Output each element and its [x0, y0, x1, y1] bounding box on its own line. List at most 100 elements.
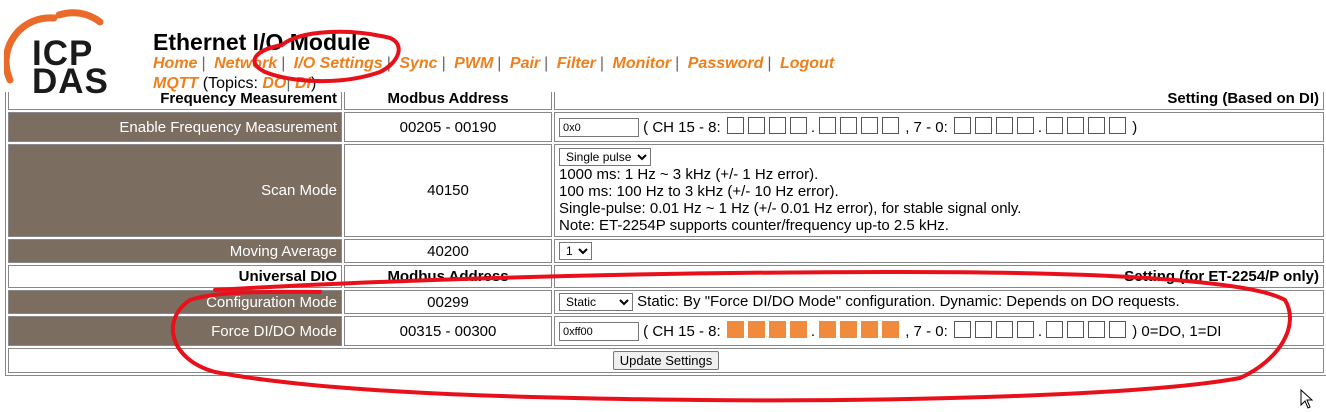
- force-dido-input[interactable]: [559, 322, 639, 342]
- force-bits-lo-group: .: [952, 320, 1128, 340]
- bit-checkbox[interactable]: [1109, 116, 1127, 134]
- force-dido-setting: ( CH 15 - 8: . , 7 - 0: . ) 0=DO, 1=DI: [554, 316, 1324, 347]
- bit-checkbox[interactable]: [747, 116, 765, 134]
- row-update: Update Settings: [8, 348, 1324, 374]
- bit-checkbox[interactable]: [768, 116, 786, 134]
- scan-mode-select[interactable]: Single pulse: [559, 147, 651, 166]
- nav-password[interactable]: Password: [688, 55, 764, 72]
- bit-checkbox[interactable]: [1016, 116, 1034, 134]
- nav-pair[interactable]: Pair: [510, 55, 540, 72]
- row-enable-frequency: Enable Frequency Measurement 00205 - 001…: [8, 112, 1324, 142]
- page-title: Ethernet I/O Module: [153, 29, 371, 55]
- nav-mqtt[interactable]: MQTT: [153, 75, 198, 92]
- scan-mode-label: Scan Mode: [8, 144, 342, 237]
- bit-checkbox[interactable]: [1067, 320, 1085, 338]
- bit-checkbox[interactable]: [1088, 116, 1106, 134]
- bit-checkbox[interactable]: [953, 320, 971, 338]
- mqtt-topics-prefix: (Topics:: [202, 75, 258, 92]
- force-ch-hi-label: ( CH 15 - 8:: [643, 322, 721, 340]
- ch-hi-label: ( CH 15 - 8:: [643, 118, 721, 136]
- moving-average-label: Moving Average: [8, 239, 342, 264]
- bit-checkbox[interactable]: [840, 116, 858, 134]
- row-scan-mode: Scan Mode 40150 Single pulse 1000 ms: 1 …: [8, 144, 1324, 237]
- force-ch-lo-label: , 7 - 0:: [905, 322, 948, 340]
- nav-home[interactable]: Home: [153, 55, 197, 72]
- force-bits-hi-group: .: [725, 320, 901, 340]
- page-header: ICP DAS Ethernet I/O Module Home | Networ…: [0, 0, 1326, 99]
- bit-checkbox[interactable]: [882, 116, 900, 134]
- bits-hi-group: .: [725, 116, 901, 136]
- dio-header-addr: Modbus Address: [344, 265, 552, 289]
- mouse-cursor-icon: [1300, 389, 1314, 409]
- configuration-mode-setting: Static Static: By "Force DI/DO Mode" con…: [554, 290, 1324, 315]
- bit-separator: .: [1037, 322, 1043, 340]
- bit-checkbox[interactable]: [726, 116, 744, 134]
- configuration-mode-select[interactable]: Static: [559, 293, 633, 312]
- bit-checkbox[interactable]: [819, 320, 837, 338]
- bit-checkbox[interactable]: [1067, 116, 1085, 134]
- bit-checkbox[interactable]: [768, 320, 786, 338]
- moving-average-select[interactable]: 1: [559, 242, 592, 261]
- nav-network[interactable]: Network: [214, 55, 277, 72]
- moving-average-setting: 1: [554, 239, 1324, 264]
- main-nav: Home | Network | I/O Settings | Sync | PWM | …: [153, 55, 834, 93]
- mqtt-topics-suffix: ): [310, 75, 317, 92]
- configuration-mode-addr: 00299: [344, 290, 552, 315]
- nav-mqtt-do[interactable]: DO: [262, 75, 286, 92]
- bit-separator: .: [1037, 118, 1043, 136]
- update-settings-button[interactable]: Update Settings: [612, 351, 720, 371]
- enable-frequency-input[interactable]: [559, 118, 639, 138]
- bit-checkbox[interactable]: [789, 320, 807, 338]
- bit-checkbox[interactable]: [747, 320, 765, 338]
- force-dido-label: Force DI/DO Mode: [8, 316, 342, 347]
- bit-checkbox[interactable]: [995, 116, 1013, 134]
- nav-logout[interactable]: Logout: [780, 55, 834, 72]
- enable-frequency-addr: 00205 - 00190: [344, 112, 552, 142]
- update-cell: Update Settings: [8, 348, 1324, 374]
- nav-mqtt-di[interactable]: DI: [295, 75, 311, 92]
- row-configuration-mode: Configuration Mode 00299 Static Static: …: [8, 290, 1324, 315]
- bit-checkbox[interactable]: [1088, 320, 1106, 338]
- ch-tail: ): [1132, 118, 1138, 136]
- bit-checkbox[interactable]: [995, 320, 1013, 338]
- bit-checkbox[interactable]: [882, 320, 900, 338]
- scan-note-1: 1000 ms: 1 Hz ~ 3 kHz (+/- 1 Hz error).: [559, 165, 819, 183]
- row-force-dido-mode: Force DI/DO Mode 00315 - 00300 ( CH 15 -…: [8, 316, 1324, 347]
- scan-note-2: 100 ms: 100 Hz to 3 kHz (+/- 10 Hz error…: [559, 182, 839, 200]
- nav-io-settings[interactable]: I/O Settings: [294, 55, 383, 72]
- bit-checkbox[interactable]: [789, 116, 807, 134]
- ch-lo-label: , 7 - 0:: [905, 118, 948, 136]
- bit-checkbox[interactable]: [1046, 116, 1064, 134]
- bit-checkbox[interactable]: [1046, 320, 1064, 338]
- force-ch-tail: ) 0=DO, 1=DI: [1132, 322, 1222, 340]
- moving-average-addr: 40200: [344, 239, 552, 264]
- nav-filter[interactable]: Filter: [557, 55, 596, 72]
- configuration-mode-label: Configuration Mode: [8, 290, 342, 315]
- bit-checkbox[interactable]: [1109, 320, 1127, 338]
- bits-lo-group: .: [952, 116, 1128, 136]
- dio-header-setting: Setting (for ET-2254/P only): [554, 265, 1324, 289]
- bit-checkbox[interactable]: [1016, 320, 1034, 338]
- scan-note-4: Note: ET-2254P supports counter/frequenc…: [559, 216, 949, 234]
- bit-checkbox[interactable]: [974, 116, 992, 134]
- dio-header-label: Universal DIO: [8, 265, 342, 289]
- enable-frequency-setting: ( CH 15 - 8: . , 7 - 0: . ): [554, 112, 1324, 142]
- settings-table: Frequency Measurement Modbus Address Set…: [5, 84, 1326, 377]
- bit-checkbox[interactable]: [861, 320, 879, 338]
- bit-checkbox[interactable]: [726, 320, 744, 338]
- bit-checkbox[interactable]: [861, 116, 879, 134]
- nav-sync[interactable]: Sync: [399, 55, 437, 72]
- nav-monitor[interactable]: Monitor: [612, 55, 671, 72]
- bit-checkbox[interactable]: [840, 320, 858, 338]
- nav-pwm[interactable]: PWM: [454, 55, 493, 72]
- logo-bottom-text: DAS: [32, 62, 109, 101]
- bit-checkbox[interactable]: [819, 116, 837, 134]
- scan-note-3: Single-pulse: 0.01 Hz ~ 1 Hz (+/- 0.01 H…: [559, 199, 1022, 217]
- dio-header-row: Universal DIO Modbus Address Setting (fo…: [8, 265, 1324, 289]
- bit-checkbox[interactable]: [974, 320, 992, 338]
- scan-mode-setting: Single pulse 1000 ms: 1 Hz ~ 3 kHz (+/- …: [554, 144, 1324, 237]
- bit-checkbox[interactable]: [953, 116, 971, 134]
- force-dido-addr: 00315 - 00300: [344, 316, 552, 347]
- configuration-mode-desc: Static: By "Force DI/DO Mode" configurat…: [637, 293, 1180, 311]
- nav-row: Home | Network | I/O Settings | Sync | PWM | …: [153, 55, 835, 72]
